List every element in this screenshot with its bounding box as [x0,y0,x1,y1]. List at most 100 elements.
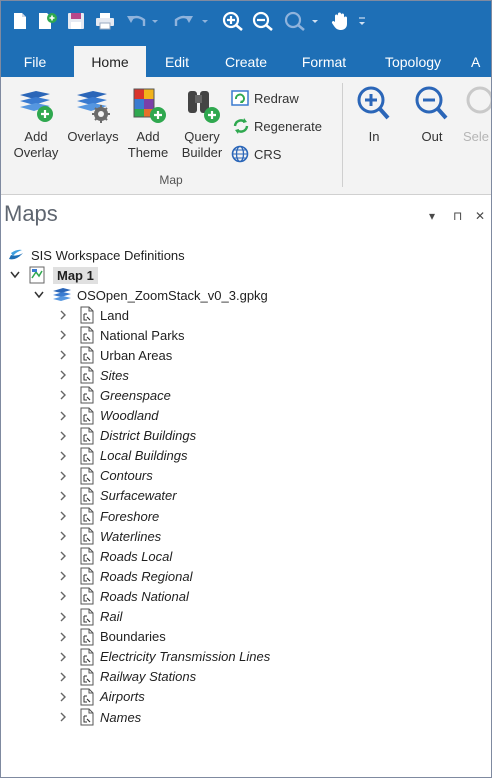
tab-format[interactable]: Format [291,41,357,77]
layer-row[interactable]: Land [57,305,129,325]
layer-row[interactable]: Foreshore [57,506,159,526]
expand-chevron-icon[interactable] [57,325,69,345]
pin-icon[interactable]: ⊓ [453,209,462,223]
layer-row[interactable]: Local Buildings [57,446,187,466]
add-overlay-button[interactable]: Add Overlay [7,85,65,161]
expand-chevron-icon[interactable] [57,627,69,647]
zoom-out-icon[interactable] [251,9,275,33]
layer-row[interactable]: Names [57,707,141,727]
layer-row[interactable]: Rail [57,607,122,627]
layer-row[interactable]: Roads Local [57,546,172,566]
layer-label: Names [100,709,142,725]
overlays-button[interactable]: Overlays [63,85,123,145]
tab-edit[interactable]: Edit [153,41,201,77]
layer-row[interactable]: Airports [57,687,145,707]
select-button[interactable]: Sele [463,85,491,145]
expand-chevron-icon[interactable] [57,667,69,687]
redo-icon[interactable] [171,9,211,33]
tree-root[interactable]: SIS Workspace Definitions [7,245,185,265]
collapse-chevron-icon[interactable] [33,285,45,305]
tab-home[interactable]: Home [74,46,146,77]
zoom-in-button[interactable]: In [353,85,395,145]
layer-icon [79,487,95,505]
zoom-in-icon[interactable] [221,9,245,33]
expand-chevron-icon[interactable] [57,365,69,385]
expand-chevron-icon[interactable] [57,687,69,707]
layer-label: Woodland [100,408,159,423]
query-builder-button[interactable]: Query Builder [175,85,229,161]
tab-overflow[interactable]: A [471,41,491,77]
select-icon [466,86,491,114]
globe-icon [231,145,249,163]
add-theme-icon [133,88,166,123]
layer-row[interactable]: District Buildings [57,426,196,446]
redraw-button[interactable]: Redraw [231,88,299,108]
layer-icon [79,507,95,525]
layer-row[interactable]: Woodland [57,406,159,426]
layer-row[interactable]: Railway Stations [57,667,196,687]
tab-create[interactable]: Create [215,41,277,77]
expand-chevron-icon[interactable] [57,586,69,606]
close-icon[interactable]: ✕ [475,209,485,223]
zoom-out-button[interactable]: Out [411,85,453,145]
tab-file[interactable]: File [11,41,59,77]
zoom-icon[interactable] [283,9,323,33]
save-icon[interactable] [65,9,87,33]
tree-map-node[interactable]: Map 1 [9,265,98,285]
overlays-label: Overlays [67,129,119,144]
expand-chevron-icon[interactable] [57,566,69,586]
redraw-label: Redraw [254,90,299,106]
expand-chevron-icon[interactable] [57,506,69,526]
layer-label: Local Buildings [100,448,188,464]
customize-toolbar-icon[interactable] [355,9,369,33]
layer-row[interactable]: Contours [57,466,153,486]
expand-chevron-icon[interactable] [57,486,69,506]
collapse-chevron-icon[interactable] [9,265,21,285]
layer-label: Contours [100,468,153,484]
layer-row[interactable]: Greenspace [57,385,171,405]
tree-root-label: SIS Workspace Definitions [31,247,185,263]
layer-row[interactable]: Roads Regional [57,566,193,586]
print-icon[interactable] [93,9,117,33]
layer-label: Roads National [100,588,189,604]
open-icon[interactable] [37,9,59,33]
expand-chevron-icon[interactable] [57,446,69,466]
layer-row[interactable]: Roads National [57,586,189,606]
add-theme-button[interactable]: Add Theme [123,85,173,161]
layer-icon [79,668,95,686]
expand-chevron-icon[interactable] [57,345,69,365]
layer-row[interactable]: Waterlines [57,526,161,546]
undo-icon[interactable] [125,9,161,33]
regenerate-button[interactable]: Regenerate [231,116,322,136]
panel-options-dropdown-icon[interactable]: ▾ [429,209,435,223]
tab-topology[interactable]: Topology [371,41,455,77]
maps-tree: SIS Workspace Definitions Map 1 OSOpen_Z… [1,237,491,777]
expand-chevron-icon[interactable] [57,526,69,546]
expand-chevron-icon[interactable] [57,385,69,405]
zoom-out-label: Out [421,129,443,144]
query-builder-label-2: Builder [181,145,223,160]
layer-label: Rail [100,609,123,624]
crs-button[interactable]: CRS [231,144,281,164]
layer-icon [79,366,95,384]
maps-panel-header: Maps ▾ ⊓ ✕ [1,195,491,237]
expand-chevron-icon[interactable] [57,607,69,627]
expand-chevron-icon[interactable] [57,466,69,486]
new-document-icon[interactable] [11,9,29,33]
pan-hand-icon[interactable] [329,9,351,33]
layer-row[interactable]: Boundaries [57,627,166,647]
expand-chevron-icon[interactable] [57,305,69,325]
expand-chevron-icon[interactable] [57,546,69,566]
expand-chevron-icon[interactable] [57,707,69,727]
layer-row[interactable]: Electricity Transmission Lines [57,647,270,667]
layer-row[interactable]: Surfacewater [57,486,177,506]
layer-icon [79,386,95,404]
expand-chevron-icon[interactable] [57,406,69,426]
layer-row[interactable]: Sites [57,365,129,385]
expand-chevron-icon[interactable] [57,647,69,667]
expand-chevron-icon[interactable] [57,426,69,446]
ribbon-tab-bar: File Home Edit Create Format Topology A [1,41,491,77]
tree-dataset-node[interactable]: OSOpen_ZoomStack_v0_3.gpkg [33,285,268,305]
layer-row[interactable]: Urban Areas [57,345,172,365]
layer-row[interactable]: National Parks [57,325,185,345]
